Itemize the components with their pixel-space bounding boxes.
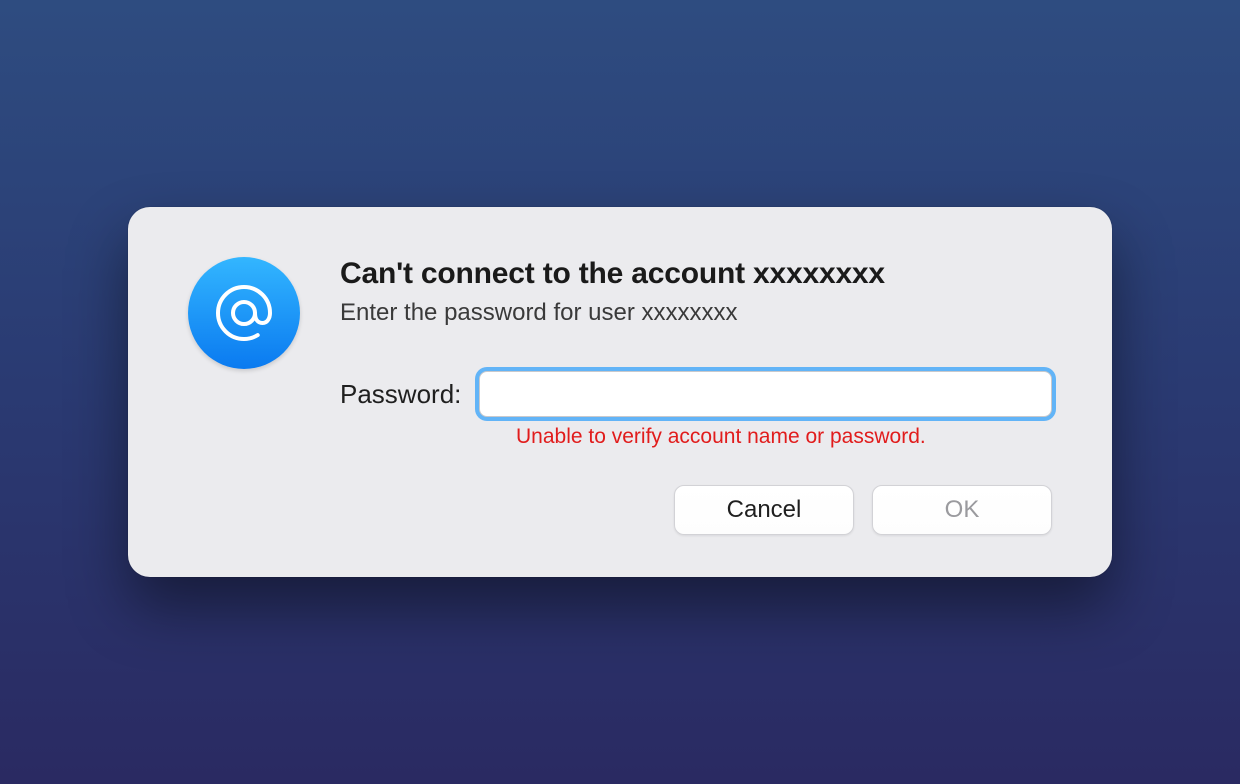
error-message: Unable to verify account name or passwor… [516, 425, 1052, 449]
ok-button[interactable]: OK [872, 485, 1052, 535]
password-input-wrap [479, 371, 1052, 417]
password-dialog: Can't connect to the account xxxxxxxx En… [128, 207, 1112, 577]
dialog-title: Can't connect to the account xxxxxxxx [340, 257, 1052, 291]
dialog-icon-column [188, 257, 300, 535]
password-label: Password: [340, 379, 461, 410]
at-icon [188, 257, 300, 369]
password-row: Password: [340, 371, 1052, 417]
dialog-button-row: Cancel OK [340, 485, 1052, 535]
cancel-button[interactable]: Cancel [674, 485, 854, 535]
dialog-content: Can't connect to the account xxxxxxxx En… [340, 257, 1052, 535]
dialog-subtitle: Enter the password for user xxxxxxxx [340, 299, 1052, 327]
password-input[interactable] [479, 371, 1052, 417]
